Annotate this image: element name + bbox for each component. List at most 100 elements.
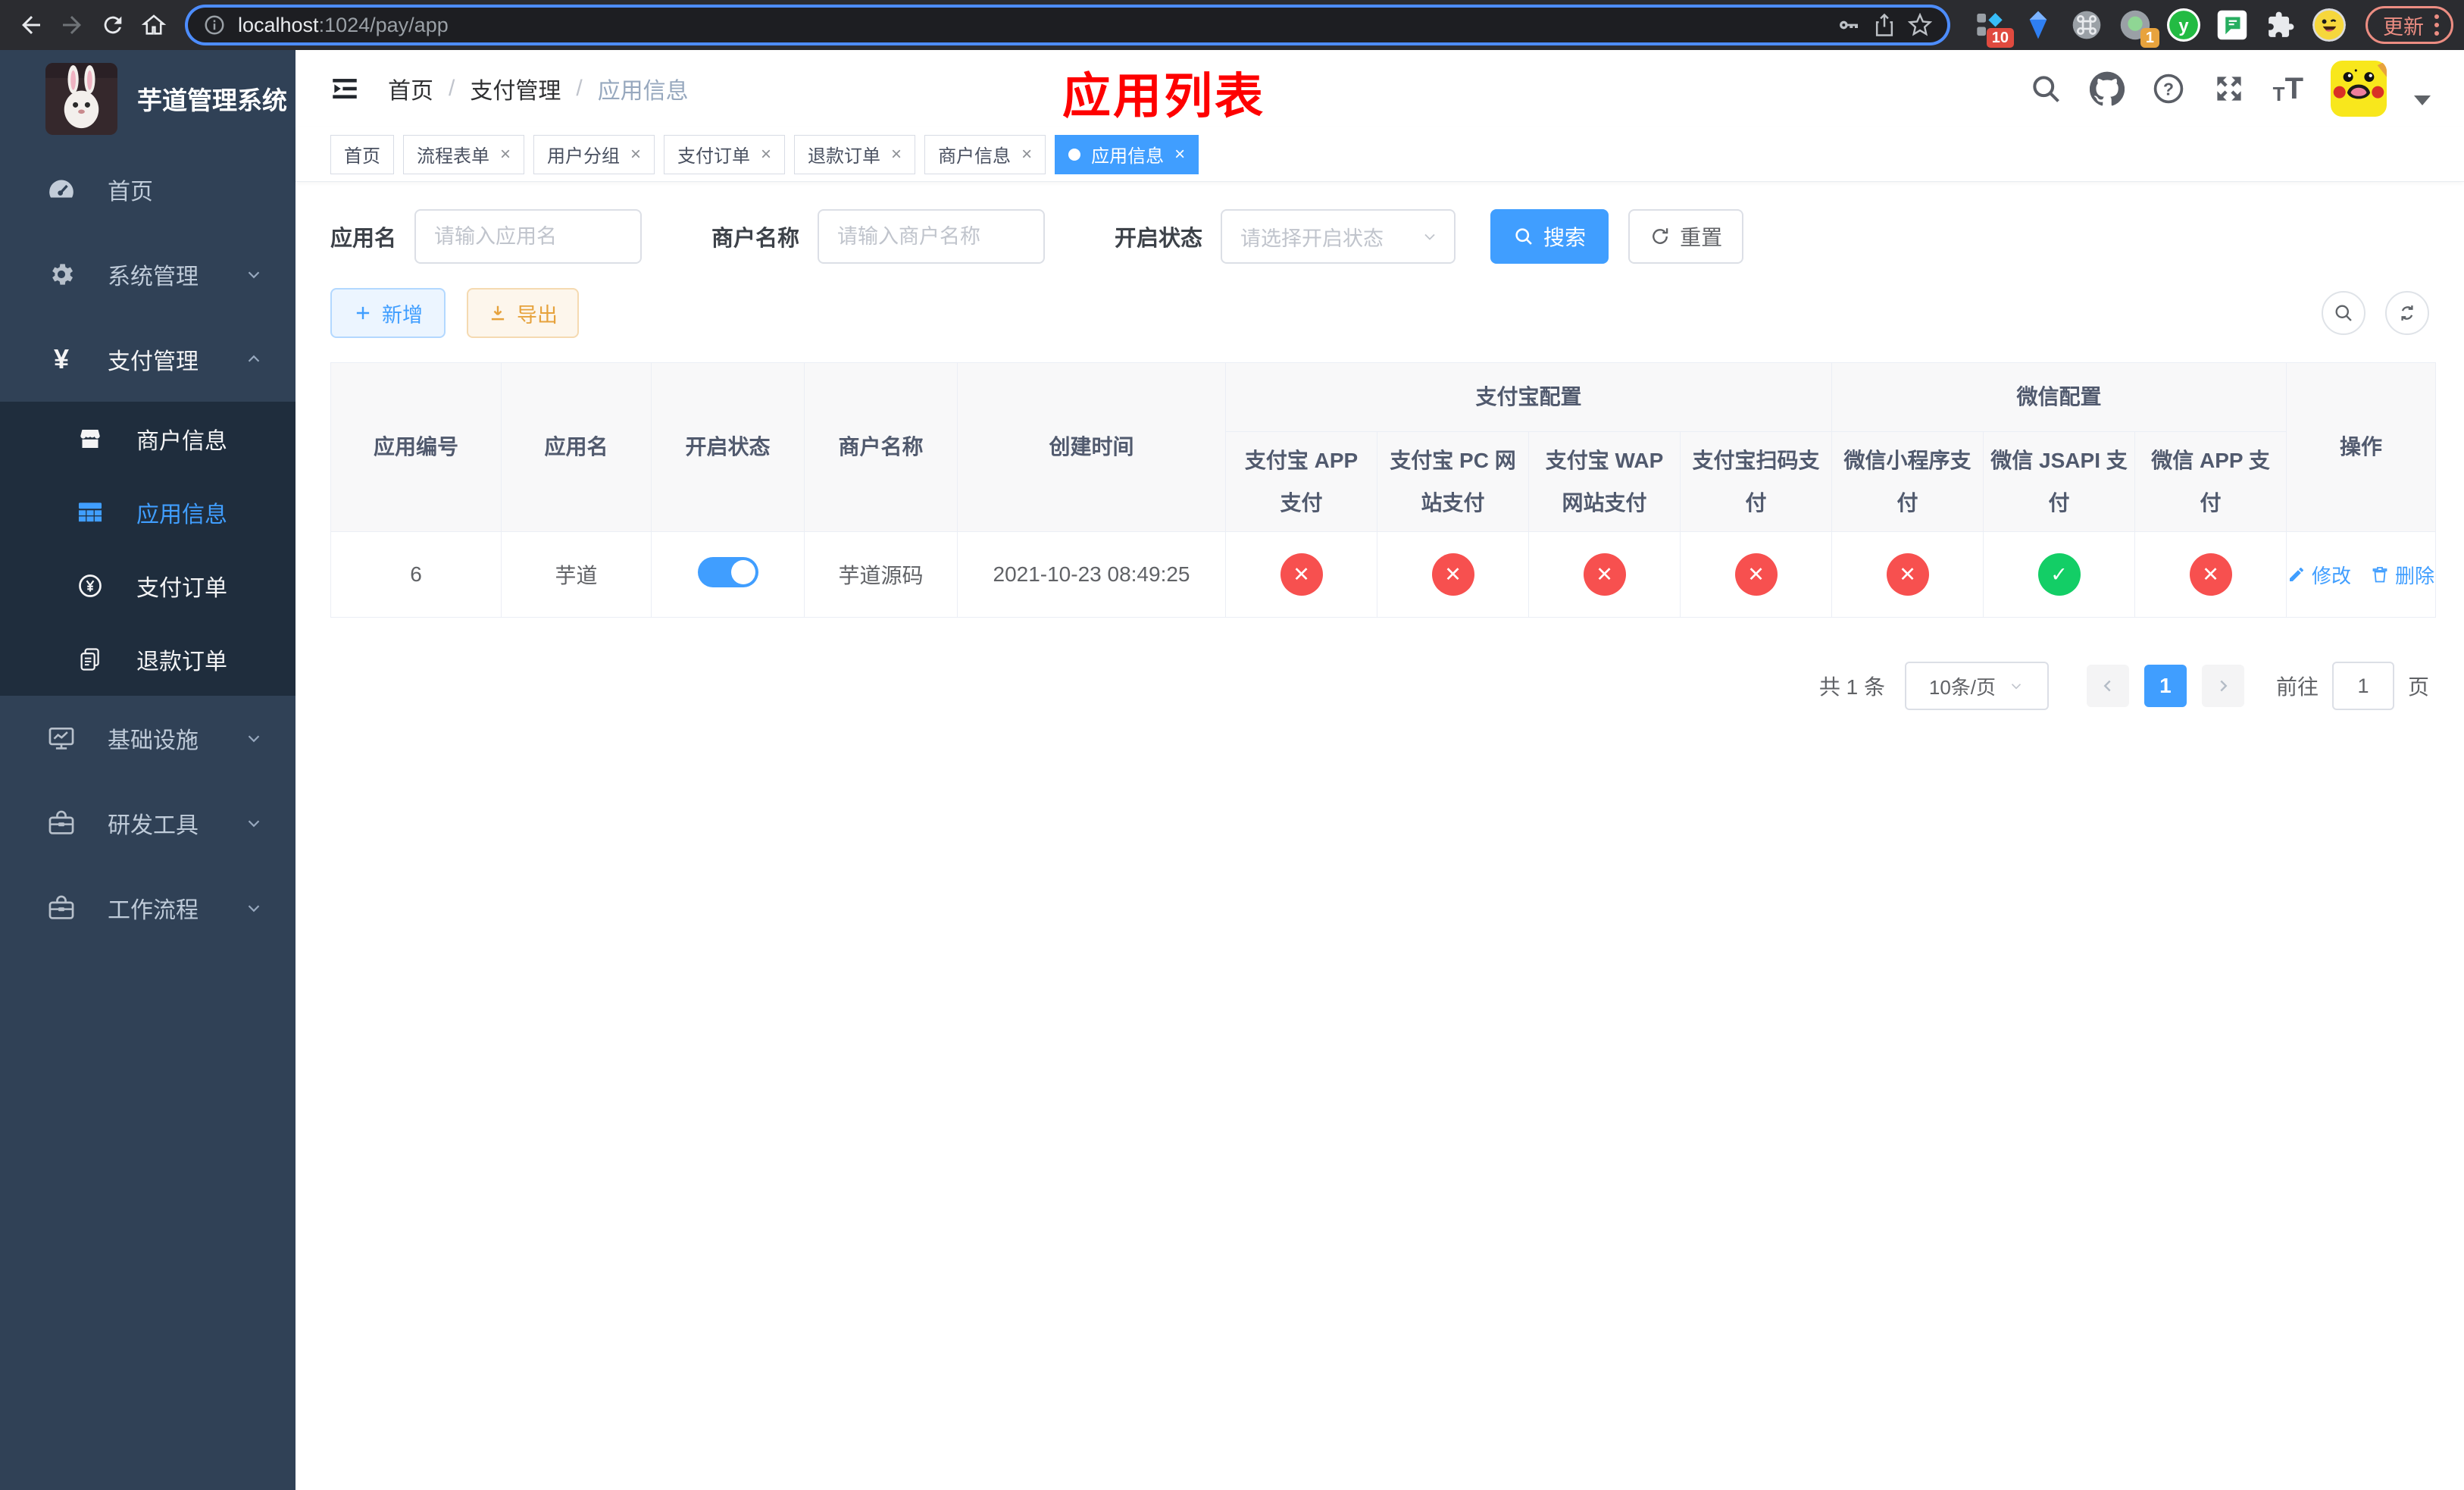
password-key-icon[interactable] — [1837, 13, 1861, 37]
browser-update-button[interactable]: 更新 — [2366, 6, 2453, 44]
col-alipay-qr: 支付宝扫码支付 — [1679, 431, 1833, 532]
page-size-select[interactable]: 10条/页 — [1904, 662, 2049, 710]
extension-gem-icon[interactable] — [2022, 8, 2055, 42]
update-label: 更新 — [2383, 15, 2424, 39]
status-select[interactable]: 请选择开启状态 — [1221, 209, 1456, 264]
delete-button[interactable]: 删除 — [2371, 561, 2434, 589]
extension-recorder-icon[interactable]: 1 — [2118, 8, 2159, 48]
tab-process-form[interactable]: 流程表单 × — [403, 134, 525, 174]
sidebar-item-infrastructure[interactable]: 基础设施 — [0, 696, 295, 781]
wechat-jsapi-status-badge: ✓ — [2037, 553, 2081, 596]
sidebar-item-label: 支付订单 — [136, 575, 227, 601]
search-icon — [1515, 228, 1532, 245]
next-page-button[interactable] — [2201, 665, 2244, 707]
tab-merchant-info[interactable]: 商户信息 × — [924, 134, 1046, 174]
extension-badge: 10 — [1986, 28, 2014, 48]
sidebar-item-workflow[interactable]: 工作流程 — [0, 866, 295, 950]
browser-reload-button[interactable] — [92, 5, 133, 45]
sidebar-logo[interactable]: 芋道管理系统 — [0, 50, 295, 147]
goto-page-input[interactable] — [2331, 662, 2394, 710]
tab-label: 退款订单 — [808, 146, 881, 167]
wechat-mini-status-badge: ✕ — [1886, 553, 1929, 596]
app-title: 芋道管理系统 — [137, 86, 287, 114]
sidebar-item-pay-order[interactable]: 支付订单 — [0, 549, 295, 622]
tab-pay-order[interactable]: 支付订单 × — [664, 134, 786, 174]
reset-button[interactable]: 重置 — [1628, 209, 1744, 264]
show-search-toggle-button[interactable] — [2322, 291, 2366, 335]
help-icon[interactable]: ? — [2152, 72, 2185, 105]
extensions-puzzle-icon[interactable] — [2264, 8, 2297, 42]
col-alipay-app: 支付宝 APP 支付 — [1225, 431, 1377, 532]
edit-label: 修改 — [2312, 564, 2352, 587]
close-icon[interactable]: × — [500, 145, 511, 164]
search-icon[interactable] — [2029, 72, 2062, 105]
status-toggle[interactable] — [697, 556, 758, 587]
workflow-icon — [44, 894, 79, 922]
app-main: 应用名 商户名称 开启状态 请选择开启状态 搜索 重置 — [295, 182, 2464, 1490]
extension-chat-icon[interactable] — [2215, 8, 2249, 42]
add-button-label: 新增 — [382, 303, 423, 327]
avatar-caret-down-icon[interactable] — [2414, 95, 2431, 105]
sidebar-item-refund-order[interactable]: 退款订单 — [0, 622, 295, 696]
sidebar-item-dev-tools[interactable]: 研发工具 — [0, 781, 295, 866]
close-icon[interactable]: × — [891, 145, 902, 164]
page-size-value: 10条/页 — [1928, 675, 1997, 699]
sidebar-item-merchant-info[interactable]: 商户信息 — [0, 402, 295, 475]
extension-badge: 1 — [2140, 28, 2159, 48]
close-icon[interactable]: × — [1021, 145, 1032, 164]
navbar: 首页 / 支付管理 / 应用信息 应用列表 ? T T — [295, 50, 2464, 127]
pagination-total: 共 1 条 — [1818, 675, 1885, 699]
close-icon[interactable]: × — [630, 145, 641, 164]
merchant-name-input[interactable] — [818, 209, 1046, 264]
tab-refund-order[interactable]: 退款订单 × — [794, 134, 916, 174]
tab-app-info[interactable]: 应用信息 × — [1055, 134, 1199, 174]
extension-grid-diamond-icon[interactable]: 10 — [1973, 8, 2014, 48]
sidebar-item-payment[interactable]: ¥ 支付管理 — [0, 317, 295, 402]
search-button[interactable]: 搜索 — [1490, 209, 1609, 264]
url-bar[interactable]: localhost:1024/pay/app — [188, 8, 1947, 42]
refresh-table-button[interactable] — [2385, 291, 2429, 335]
browser-menu-kebab-icon[interactable] — [2434, 14, 2439, 36]
extension-y-icon[interactable]: y — [2167, 8, 2200, 42]
chevron-down-icon — [244, 728, 264, 748]
bookmark-star-icon[interactable] — [1908, 13, 1932, 37]
breadcrumb-payment[interactable]: 支付管理 — [470, 72, 561, 105]
sidebar-item-label: 基础设施 — [108, 728, 199, 753]
sidebar-item-label: 商户信息 — [136, 428, 227, 454]
dashboard-icon — [44, 174, 79, 205]
fullscreen-icon[interactable] — [2212, 72, 2246, 105]
sidebar-collapse-icon[interactable] — [329, 73, 361, 105]
browser-back-button[interactable] — [11, 5, 52, 45]
status-select-placeholder: 请选择开启状态 — [1240, 227, 1384, 250]
sidebar-item-system[interactable]: 系统管理 — [0, 232, 295, 317]
breadcrumb: 首页 / 支付管理 / 应用信息 — [388, 72, 689, 105]
browser-forward-button[interactable] — [52, 5, 92, 45]
search-form: 应用名 商户名称 开启状态 请选择开启状态 搜索 重置 — [330, 209, 2429, 264]
sidebar-menu: 首页 系统管理 ¥ 支付管理 商户信息 应用信息 支付订单 退款订单 基础设施 … — [0, 147, 295, 950]
extension-command-icon[interactable] — [2070, 8, 2103, 42]
tags-view-bar: 首页 流程表单 × 用户分组 × 支付订单 × 退款订单 × 商户信息 × 应用… — [295, 127, 2464, 182]
edit-button[interactable]: 修改 — [2287, 561, 2351, 589]
site-info-icon[interactable] — [203, 14, 226, 36]
browser-profile-avatar[interactable] — [2312, 8, 2346, 42]
breadcrumb-home[interactable]: 首页 — [388, 72, 433, 105]
tab-home[interactable]: 首页 — [330, 134, 394, 174]
user-avatar[interactable] — [2331, 61, 2387, 117]
page-number-button[interactable]: 1 — [2143, 665, 2187, 707]
export-button[interactable]: 导出 — [467, 288, 579, 338]
close-icon[interactable]: × — [761, 145, 771, 164]
browser-home-button[interactable] — [133, 5, 174, 45]
close-icon[interactable]: × — [1174, 145, 1185, 164]
coin-icon — [73, 572, 108, 599]
sidebar-item-app-info[interactable]: 应用信息 — [0, 475, 295, 549]
tab-label: 应用信息 — [1091, 146, 1165, 167]
sidebar-item-home[interactable]: 首页 — [0, 147, 295, 232]
app-name-input[interactable] — [414, 209, 643, 264]
add-button[interactable]: 新增 — [330, 288, 446, 338]
github-icon[interactable] — [2089, 71, 2125, 106]
font-size-icon[interactable]: TT — [2273, 74, 2303, 104]
share-icon[interactable] — [1873, 13, 1896, 37]
alipay-app-status-badge: ✕ — [1280, 553, 1323, 596]
prev-page-button[interactable] — [2086, 665, 2129, 707]
tab-user-group[interactable]: 用户分组 × — [533, 134, 655, 174]
